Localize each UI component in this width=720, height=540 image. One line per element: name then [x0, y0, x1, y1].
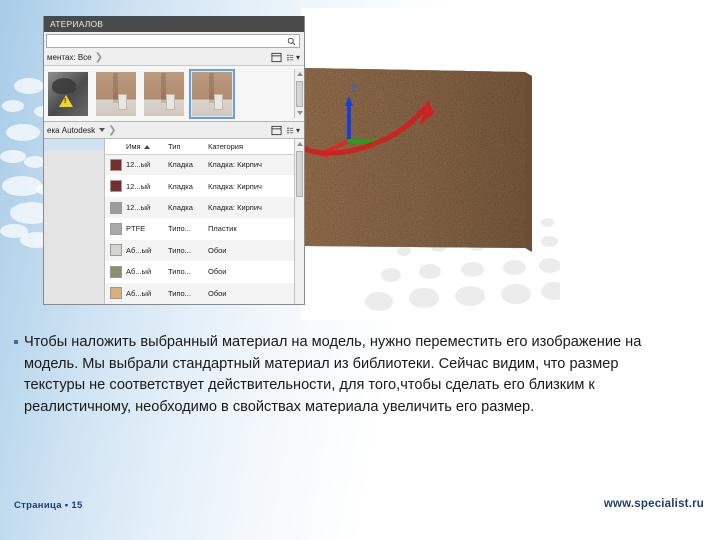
materials-table: Имя Тип Категория 12...ый Кладка Кладка:…: [105, 139, 294, 304]
page-number-label: Страница ▪ 15: [14, 500, 83, 511]
model-viewport[interactable]: Z: [301, 8, 560, 320]
column-header-name[interactable]: Имя: [122, 139, 164, 155]
thumbnail-scrollbar[interactable]: [294, 69, 304, 118]
scroll-down-icon[interactable]: [297, 111, 303, 115]
row-type: Типо...: [164, 239, 204, 262]
row-swatch: [105, 154, 122, 176]
row-swatch: [105, 261, 122, 283]
row-category: Обои: [204, 261, 294, 283]
table-row[interactable]: PTFE Типо... Пластик: [105, 218, 294, 240]
row-swatch: [105, 282, 122, 304]
chevron-down-icon[interactable]: [99, 128, 106, 132]
panel-title-bar: АТЕРИАЛОВ: [44, 16, 304, 32]
row-swatch: [105, 239, 122, 262]
slide-root: Z АТЕРИАЛОВ ментах: Все ❯ ▾ ! ека Autode…: [0, 0, 720, 540]
row-category: Кладка: Кирпич: [204, 196, 294, 219]
list-item[interactable]: [94, 70, 138, 118]
list-view-icon[interactable]: ▾: [287, 124, 300, 136]
row-name: PTFE: [122, 218, 164, 240]
slide-footer: Страница ▪ 15 www.specialist.ru: [0, 488, 720, 540]
view-menu-caret-icon[interactable]: ▾: [296, 53, 300, 62]
list-view-icon[interactable]: ▾: [287, 52, 300, 64]
library-tree-sidebar[interactable]: [44, 139, 105, 304]
table-row[interactable]: 12...ый Кладка Кладка: Кирпич: [105, 175, 294, 197]
column-header-type[interactable]: Тип: [164, 139, 204, 155]
row-category: Кладка: Кирпич: [204, 154, 294, 176]
table-row[interactable]: Аб...ый Типо... Обои: [105, 239, 294, 262]
column-header-name-label: Имя: [126, 141, 141, 151]
row-name: Аб...ый: [122, 239, 164, 262]
row-category: Обои: [204, 239, 294, 262]
slide-body: Чтобы наложить выбранный материал на мод…: [14, 332, 654, 418]
search-row: [44, 32, 304, 50]
row-name: 12...ый: [122, 154, 164, 176]
table-header-row: Имя Тип Категория: [105, 139, 294, 155]
sort-ascending-icon: [143, 144, 150, 149]
row-swatch: [105, 196, 122, 219]
textured-wall[interactable]: [301, 8, 560, 320]
body-paragraph: Чтобы наложить выбранный материал на мод…: [24, 334, 642, 415]
bullet-icon: [14, 340, 18, 344]
row-swatch: [105, 175, 122, 197]
list-item[interactable]: [46, 70, 90, 118]
library-chevron-icon: ❯: [108, 124, 117, 136]
material-thumbnail-strip[interactable]: [44, 66, 304, 122]
grid-view-icon[interactable]: [270, 52, 283, 64]
scroll-thumb[interactable]: [296, 151, 303, 197]
breadcrumb[interactable]: ментах: Все: [47, 53, 92, 62]
grid-view-icon[interactable]: [270, 124, 283, 136]
row-type: Типо...: [164, 218, 204, 240]
table-row[interactable]: 12...ый Кладка Кладка: Кирпич: [105, 154, 294, 176]
row-type: Кладка: [164, 196, 204, 219]
embedded-screenshot: Z АТЕРИАЛОВ ментах: Все ❯ ▾ ! ека Autode…: [0, 0, 560, 320]
row-category: Обои: [204, 282, 294, 304]
column-header-category[interactable]: Категория: [204, 139, 294, 155]
library-row[interactable]: ека Autodesk ❯ ▾: [44, 122, 304, 139]
list-item[interactable]: [142, 70, 186, 118]
scroll-thumb[interactable]: [296, 81, 303, 107]
row-type: Кладка: [164, 175, 204, 197]
table-row[interactable]: Аб...ый Типо... Обои: [105, 261, 294, 283]
row-type: Типо...: [164, 282, 204, 304]
search-input[interactable]: [46, 34, 300, 48]
row-name: Аб...ый: [122, 261, 164, 283]
scroll-up-icon[interactable]: [297, 72, 303, 76]
view-menu-caret-icon[interactable]: ▾: [296, 126, 300, 135]
table-row[interactable]: Аб...ый Типо... Обои: [105, 282, 294, 304]
row-name: Аб...ый: [122, 282, 164, 304]
row-name: 12...ый: [122, 175, 164, 197]
library-content-area: Имя Тип Категория 12...ый Кладка Кладка:…: [44, 139, 304, 304]
materials-browser-panel[interactable]: АТЕРИАЛОВ ментах: Все ❯ ▾ ! ека Autodesk…: [43, 16, 305, 305]
warning-icon: [59, 94, 73, 107]
library-label[interactable]: ека Autodesk: [47, 126, 95, 135]
row-type: Кладка: [164, 154, 204, 176]
tree-item-selected[interactable]: [44, 139, 104, 150]
table-row[interactable]: 12...ый Кладка Кладка: Кирпич: [105, 196, 294, 219]
column-header-swatch[interactable]: [105, 139, 122, 155]
table-scrollbar[interactable]: [294, 139, 304, 304]
breadcrumb-row[interactable]: ментах: Все ❯ ▾: [44, 50, 304, 66]
footer-url[interactable]: www.specialist.ru: [604, 498, 704, 510]
row-swatch: [105, 218, 122, 240]
panel-title-text: АТЕРИАЛОВ: [50, 19, 104, 29]
search-icon: [287, 37, 296, 45]
row-name: 12...ый: [122, 196, 164, 219]
row-category: Пластик: [204, 218, 294, 240]
materials-table-wrapper: Имя Тип Категория 12...ый Кладка Кладка:…: [105, 139, 304, 304]
list-item-selected[interactable]: [189, 68, 235, 119]
scroll-up-icon[interactable]: [297, 142, 303, 146]
row-category: Кладка: Кирпич: [204, 175, 294, 197]
breadcrumb-chevron-icon: ❯: [94, 52, 104, 63]
row-type: Типо...: [164, 261, 204, 283]
